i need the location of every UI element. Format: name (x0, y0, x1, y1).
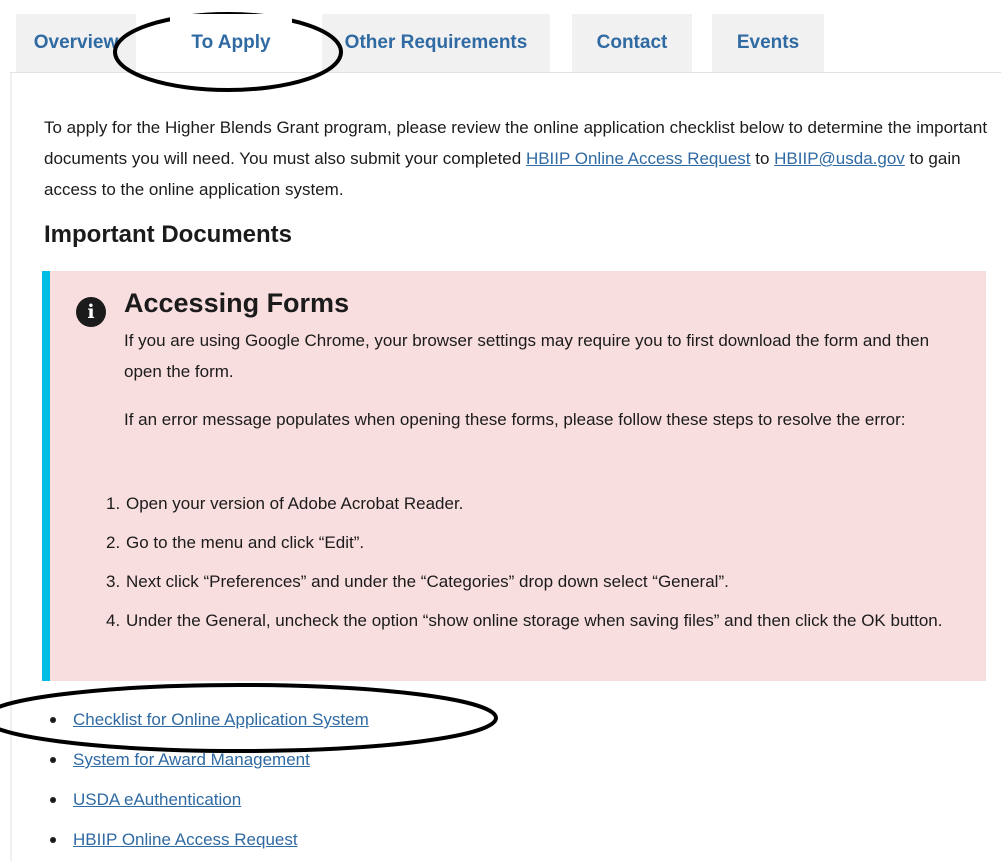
list-item: USDA eAuthentication (50, 780, 369, 820)
step-number: 3. (106, 572, 121, 591)
intro-text-2: to (750, 149, 775, 168)
info-icon: i (76, 297, 106, 327)
bullet-icon (50, 757, 56, 763)
list-item: Checklist for Online Application System (50, 700, 369, 740)
step-item: 4. Under the General, uncheck the option … (106, 605, 966, 636)
section-title: Important Documents (44, 221, 293, 248)
hbiip-email-link[interactable]: HBIIP@usda.gov (774, 149, 905, 168)
bullet-icon (50, 797, 56, 803)
hbiip-access-request-link[interactable]: HBIIP Online Access Request (526, 149, 751, 168)
intro-paragraph: To apply for the Higher Blends Grant pro… (44, 112, 994, 205)
alert-paragraph-chrome: If you are using Google Chrome, your bro… (124, 331, 930, 381)
bullet-icon (50, 717, 56, 723)
step-text: Open your version of Adobe Acrobat Reade… (126, 494, 464, 513)
document-links-list: Checklist for Online Application System … (50, 700, 369, 860)
step-item: 1. Open your version of Adobe Acrobat Rea… (106, 488, 966, 519)
step-number: 2. (106, 533, 121, 552)
tab-to-apply[interactable]: To Apply (170, 14, 292, 72)
tab-overview[interactable]: Overview (16, 14, 136, 72)
hbiip-online-access-request-link[interactable]: HBIIP Online Access Request (73, 830, 298, 850)
list-item: HBIIP Online Access Request (50, 820, 369, 860)
list-item: System for Award Management (50, 740, 369, 780)
usda-eauthentication-link[interactable]: USDA eAuthentication (73, 790, 241, 810)
tab-bar: Overview To Apply Other Requirements Con… (0, 0, 1001, 72)
system-award-management-link[interactable]: System for Award Management (73, 750, 310, 770)
step-number: 4. (106, 611, 121, 630)
step-number: 1. (106, 494, 121, 513)
step-text: Go to the menu and click “Edit”. (126, 533, 365, 552)
step-text: Next click “Preferences” and under the “… (126, 572, 729, 591)
step-item: 3. Next click “Preferences” and under the… (106, 566, 966, 597)
steps-list: 1. Open your version of Adobe Acrobat Rea… (106, 488, 966, 644)
tab-contact[interactable]: Contact (572, 14, 692, 72)
step-item: 2. Go to the menu and click “Edit”. (106, 527, 966, 558)
tab-events[interactable]: Events (712, 14, 824, 72)
checklist-online-application-link[interactable]: Checklist for Online Application System (73, 710, 369, 730)
tab-other-requirements[interactable]: Other Requirements (322, 14, 550, 72)
bullet-icon (50, 837, 56, 843)
step-text: Under the General, uncheck the option “s… (126, 611, 943, 630)
alert-paragraph-error: If an error message populates when openi… (124, 410, 906, 429)
alert-heading: Accessing Forms (124, 288, 350, 318)
